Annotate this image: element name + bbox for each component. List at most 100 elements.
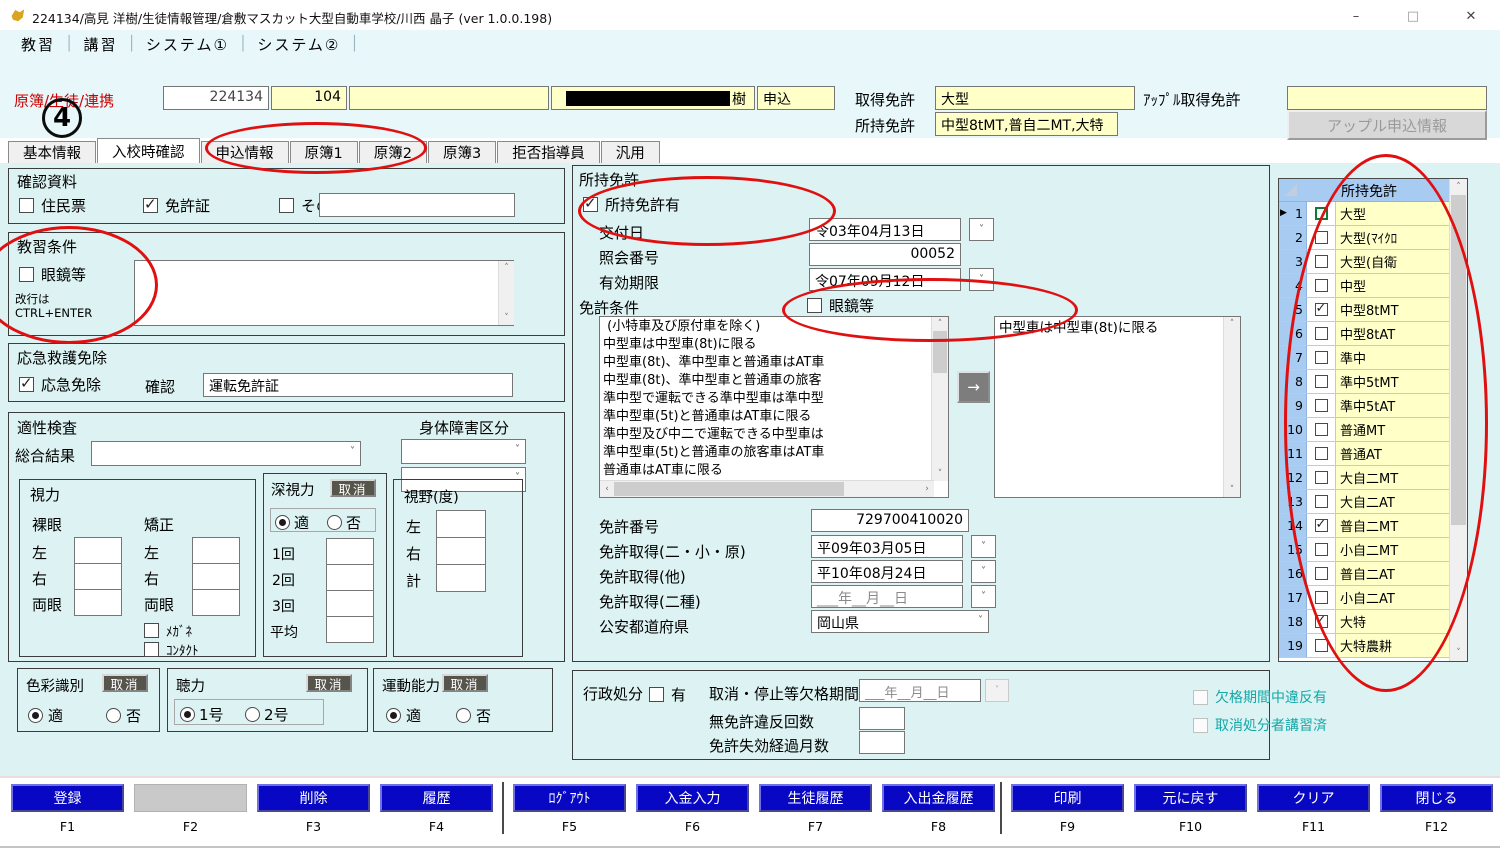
- fov-right-field[interactable]: [436, 537, 486, 565]
- grid-header[interactable]: 所持免許: [1279, 179, 1450, 202]
- license-row-checkbox[interactable]: [1315, 327, 1328, 340]
- grid-vscrollbar[interactable]: ˄ ˅: [1449, 179, 1467, 661]
- conditions-vscrollbar[interactable]: ˄ ˅: [931, 317, 948, 481]
- revocation-course-checkbox[interactable]: [1193, 718, 1208, 733]
- emergency-exempt-checkbox[interactable]: [19, 377, 34, 392]
- corrected-both-field[interactable]: [192, 589, 240, 616]
- license-conditions-listbox[interactable]: (小特車及び原付車を除く)中型車は中型車(8t)に限る中型車(8t)、準中型車と…: [599, 316, 949, 498]
- function-button[interactable]: 閉じる: [1380, 784, 1493, 812]
- function-button[interactable]: クリア: [1257, 784, 1370, 812]
- inquiry-number-field[interactable]: 00052: [809, 243, 961, 266]
- scroll-thumb[interactable]: [614, 482, 844, 496]
- license-grid-row[interactable]: 9 準中5tAT: [1279, 394, 1450, 418]
- sub-number-field[interactable]: 104: [271, 86, 347, 110]
- condition-line[interactable]: 中型車(8t)、準中型車と普通車の旅客: [600, 372, 932, 390]
- license-grid-row[interactable]: 15 小自二MT: [1279, 538, 1450, 562]
- function-button[interactable]: 履歴: [380, 784, 493, 812]
- apple-acquire-field[interactable]: [1287, 86, 1487, 110]
- fov-total-field[interactable]: [436, 564, 486, 592]
- license-row-checkbox[interactable]: [1315, 207, 1328, 220]
- conditions-hscrollbar[interactable]: ‹ ›: [600, 480, 934, 497]
- condition-glasses-checkbox[interactable]: [807, 298, 822, 313]
- scroll-up-icon[interactable]: ˄: [932, 319, 948, 329]
- depth-ng-radio[interactable]: [327, 515, 342, 530]
- scroll-thumb[interactable]: [1451, 195, 1466, 525]
- depth-cancel-button[interactable]: 取消: [330, 479, 376, 497]
- menu-item[interactable]: 講習: [83, 34, 117, 55]
- tab[interactable]: 拒否指導員: [497, 141, 600, 163]
- condition-line[interactable]: 準中型で運転できる準中型車は準中型: [600, 390, 932, 408]
- function-button[interactable]: 入出金履歴: [882, 784, 995, 812]
- corrected-left-field[interactable]: [192, 537, 240, 564]
- license-grid-row[interactable]: 17 小自二AT: [1279, 586, 1450, 610]
- depth-round1-field[interactable]: [326, 538, 374, 565]
- tab[interactable]: 汎用: [601, 141, 660, 163]
- lapse-months-field[interactable]: [859, 731, 905, 754]
- license-grid-row[interactable]: 12 大自二MT: [1279, 466, 1450, 490]
- acq2-dropdown[interactable]: ˅: [971, 560, 996, 583]
- license-row-checkbox[interactable]: [1315, 615, 1328, 628]
- scroll-up-icon[interactable]: ˄: [499, 263, 514, 273]
- naked-left-field[interactable]: [74, 537, 122, 564]
- license-grid-row[interactable]: 6 中型8tAT: [1279, 322, 1450, 346]
- violation-during-period-checkbox[interactable]: [1193, 690, 1208, 705]
- menu-item[interactable]: システム②: [257, 34, 340, 55]
- license-grid-row[interactable]: 7 準中: [1279, 346, 1450, 370]
- tab[interactable]: 原簿2: [359, 141, 427, 163]
- menu-item[interactable]: 教習: [21, 34, 55, 55]
- status-field[interactable]: 申込: [757, 86, 835, 110]
- license-grid-row[interactable]: 2 大型(ﾏｲｸﾛ: [1279, 226, 1450, 250]
- function-button[interactable]: ﾛｸﾞｱｳﾄ: [513, 784, 626, 812]
- juminhyo-checkbox[interactable]: [19, 198, 34, 213]
- license-row-checkbox[interactable]: [1315, 591, 1328, 604]
- license-row-checkbox[interactable]: [1315, 447, 1328, 460]
- license-row-checkbox[interactable]: [1315, 423, 1328, 436]
- license-row-checkbox[interactable]: [1315, 231, 1328, 244]
- license-grid-row[interactable]: 19 大特農耕: [1279, 634, 1450, 658]
- expiry-date-dropdown[interactable]: ˅: [969, 268, 994, 291]
- license-grid-row[interactable]: 3 大型(自衛: [1279, 250, 1450, 274]
- hearing-cancel-button[interactable]: 取消: [306, 674, 352, 692]
- function-button[interactable]: [134, 784, 247, 812]
- tab[interactable]: 原簿3: [428, 141, 496, 163]
- function-button[interactable]: 登録: [11, 784, 124, 812]
- unlicensed-violation-field[interactable]: [859, 707, 905, 730]
- transfer-arrow-button[interactable]: →: [957, 371, 990, 403]
- tab[interactable]: 基本情報: [8, 141, 96, 163]
- possess-license-field[interactable]: 中型8tMT,普自二MT,大特: [935, 112, 1118, 136]
- hearing-no2-radio[interactable]: [245, 707, 260, 722]
- license-row-checkbox[interactable]: [1315, 399, 1328, 412]
- name-field[interactable]: 高 樹: [551, 86, 755, 110]
- period-dropdown[interactable]: ˅: [985, 679, 1009, 702]
- training-memo-textarea[interactable]: [134, 260, 514, 326]
- license-row-checkbox[interactable]: [1315, 519, 1328, 532]
- tab[interactable]: 原簿1: [290, 141, 358, 163]
- scroll-right-icon[interactable]: ›: [922, 484, 932, 494]
- overall-result-combo[interactable]: [91, 441, 361, 466]
- acq3-dropdown[interactable]: ˅: [971, 585, 996, 608]
- scroll-left-icon[interactable]: ‹: [602, 484, 612, 494]
- license-grid-row[interactable]: 14 普自二MT: [1279, 514, 1450, 538]
- selected-condition-box[interactable]: 中型車は中型車(8t)に限る ˄ ˅: [994, 316, 1241, 498]
- motor-ok-radio[interactable]: [386, 708, 401, 723]
- function-button[interactable]: 生徒履歴: [759, 784, 872, 812]
- prefecture-combo[interactable]: 岡山県: [811, 610, 989, 633]
- license-grid-row[interactable]: 18 大特: [1279, 610, 1450, 634]
- acq1-dropdown[interactable]: ˅: [971, 535, 996, 558]
- scroll-down-icon[interactable]: ˅: [932, 469, 948, 479]
- admin-has-checkbox[interactable]: [649, 687, 664, 702]
- scroll-up-icon[interactable]: ˄: [1224, 319, 1240, 329]
- depth-average-field[interactable]: [326, 616, 374, 643]
- license-grid-row[interactable]: 11 普通AT: [1279, 442, 1450, 466]
- color-ng-radio[interactable]: [106, 708, 121, 723]
- condition-line[interactable]: 準中型及び中二で運転できる中型車は: [600, 426, 932, 444]
- acq2-field[interactable]: 平10年08月24日: [811, 560, 963, 583]
- license-grid-row[interactable]: 8 準中5tMT: [1279, 370, 1450, 394]
- license-row-checkbox[interactable]: [1315, 303, 1328, 316]
- motor-ng-radio[interactable]: [456, 708, 471, 723]
- hearing-no1-radio[interactable]: [180, 707, 195, 722]
- license-number-field[interactable]: 729700410020: [811, 509, 969, 532]
- license-cert-checkbox[interactable]: [143, 198, 158, 213]
- license-row-checkbox[interactable]: [1315, 255, 1328, 268]
- condition-line[interactable]: 準中型車(5t)と普通車はAT車に限る: [600, 408, 932, 426]
